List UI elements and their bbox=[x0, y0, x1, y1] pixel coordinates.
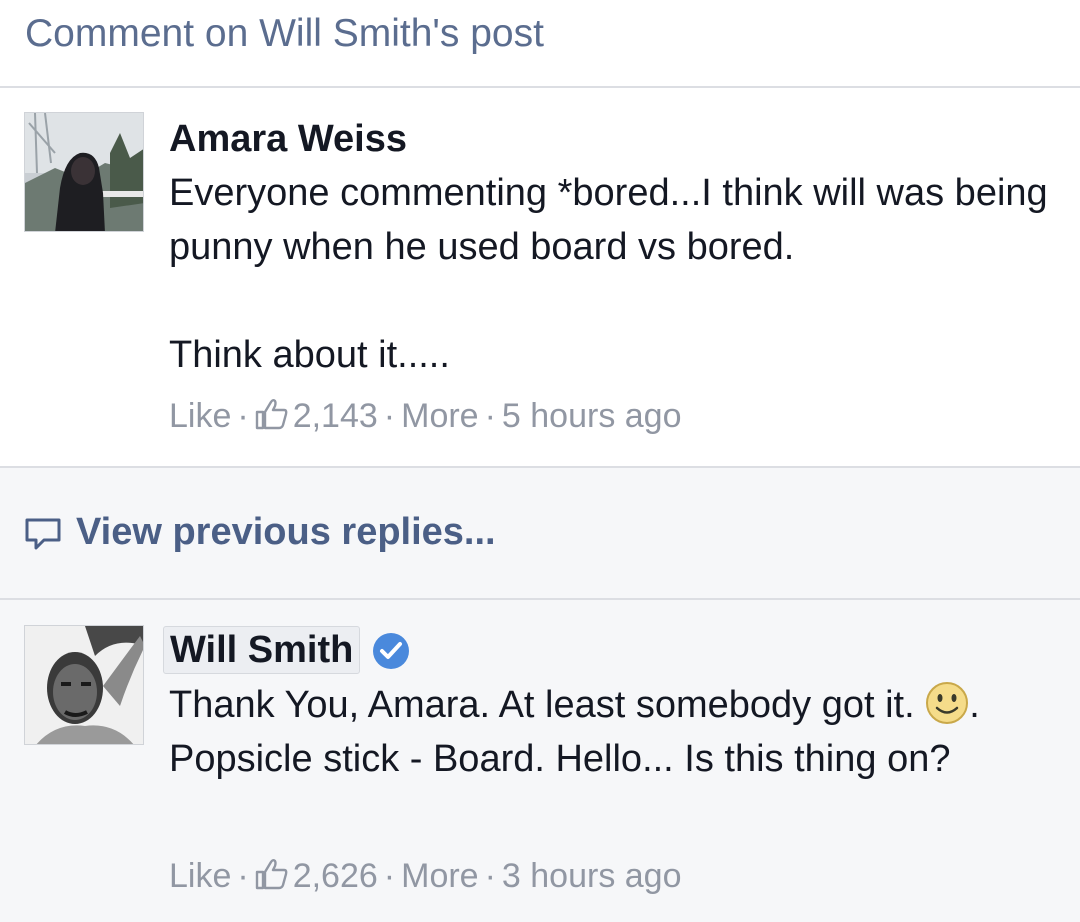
separator-dot: · bbox=[484, 857, 496, 895]
comment-body: Everyone commenting *bored...I think wil… bbox=[169, 166, 1059, 382]
thumbs-up-icon bbox=[255, 399, 288, 430]
separator-dot: · bbox=[383, 397, 396, 435]
like-link[interactable]: Like bbox=[169, 397, 231, 435]
likes-count-value: 2,626 bbox=[292, 857, 378, 895]
view-previous-replies-row[interactable]: View previous replies... bbox=[0, 468, 1080, 600]
separator-dot: · bbox=[383, 857, 396, 895]
verified-badge-icon bbox=[373, 633, 409, 669]
likes-count[interactable]: 2,626 bbox=[255, 857, 378, 895]
more-link[interactable]: More bbox=[401, 857, 478, 895]
comment: Amara Weiss Everyone commenting *bored..… bbox=[0, 88, 1080, 468]
thumbs-up-icon bbox=[255, 859, 288, 890]
view-previous-replies-link[interactable]: View previous replies... bbox=[76, 508, 496, 556]
header-bar: Comment on Will Smith's post bbox=[0, 0, 1080, 88]
reply: Will Smith Thank You, Amara. At least so… bbox=[0, 600, 1080, 922]
likes-count-value: 2,143 bbox=[292, 397, 378, 435]
timestamp[interactable]: 3 hours ago bbox=[502, 857, 682, 895]
comment-text-paragraph: Everyone commenting *bored...I think wil… bbox=[169, 172, 1048, 268]
avatar-photo bbox=[25, 626, 143, 744]
smiley-emoji-icon bbox=[926, 682, 969, 724]
timestamp[interactable]: 5 hours ago bbox=[502, 397, 682, 435]
avatar-photo bbox=[25, 113, 143, 231]
avatar[interactable] bbox=[24, 625, 144, 745]
separator-dot: · bbox=[237, 857, 249, 895]
comment-author-link[interactable]: Amara Weiss bbox=[169, 116, 407, 162]
page-title: Comment on Will Smith's post bbox=[25, 12, 544, 55]
reply-text: Thank You, Amara. At least somebody got … bbox=[169, 684, 926, 726]
comment-meta: Like · 2,143 · More · 5 hours ago bbox=[169, 394, 682, 438]
avatar[interactable] bbox=[24, 112, 144, 232]
reply-meta: Like · 2,626 · More · 3 hours ago bbox=[169, 854, 682, 898]
separator-dot: · bbox=[484, 397, 496, 435]
reply-body: Thank You, Amara. At least somebody got … bbox=[169, 678, 1059, 786]
reply-author-link[interactable]: Will Smith bbox=[163, 626, 361, 674]
like-link[interactable]: Like bbox=[169, 857, 231, 895]
comment-bubble-icon bbox=[25, 518, 61, 550]
comment-text-paragraph: Think about it..... bbox=[169, 334, 450, 376]
separator-dot: · bbox=[237, 397, 249, 435]
more-link[interactable]: More bbox=[401, 397, 478, 435]
likes-count[interactable]: 2,143 bbox=[255, 397, 378, 435]
